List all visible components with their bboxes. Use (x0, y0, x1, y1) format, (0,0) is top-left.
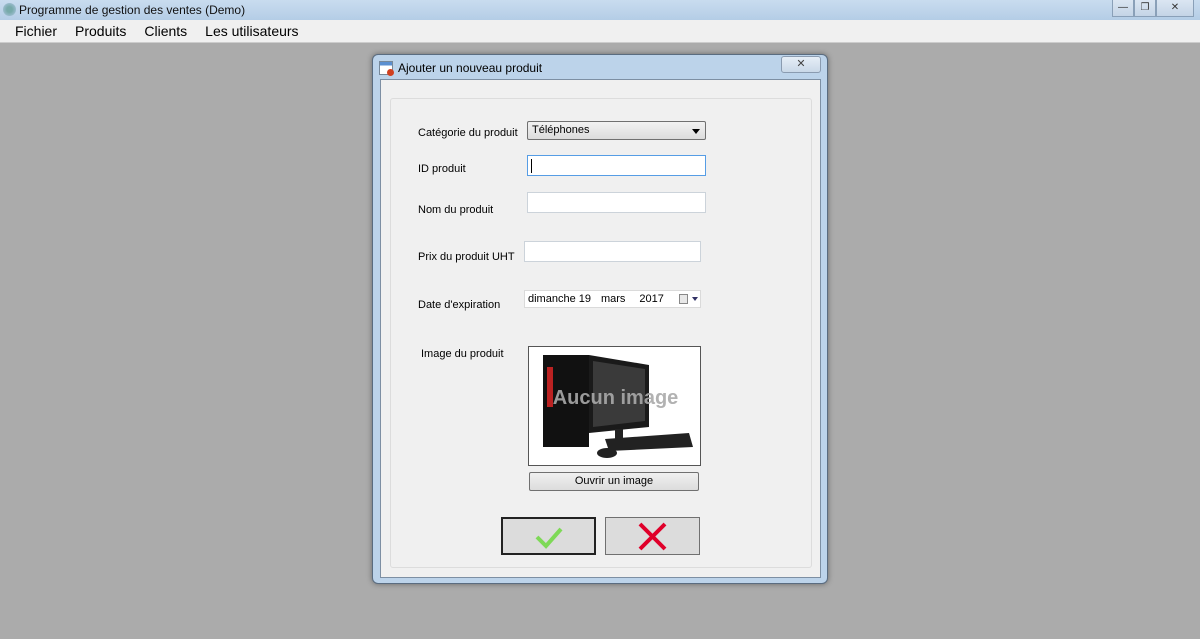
restore-button[interactable]: ❐ (1134, 0, 1156, 17)
add-product-dialog: Ajouter un nouveau produit ✕ Catégorie d… (372, 54, 828, 584)
image-label: Image du produit (421, 348, 504, 360)
confirm-button[interactable] (501, 517, 596, 555)
expiry-label: Date d'expiration (418, 299, 501, 311)
cross-icon (638, 522, 667, 551)
product-image: Aucun image (528, 346, 701, 466)
chevron-down-icon (692, 129, 700, 134)
menu-bar: Fichier Produits Clients Les utilisateur… (0, 20, 1200, 43)
menu-fichier[interactable]: Fichier (6, 20, 66, 42)
price-input[interactable] (524, 241, 701, 262)
dialog-client: Catégorie du produit Téléphones ID produ… (380, 79, 821, 578)
app-title: Programme de gestion des ventes (Demo) (19, 3, 246, 17)
cancel-button[interactable] (605, 517, 700, 555)
name-label: Nom du produit (418, 204, 494, 216)
dialog-icon (379, 61, 394, 76)
minimize-button[interactable]: — (1112, 0, 1134, 17)
menu-produits[interactable]: Produits (66, 20, 135, 42)
calendar-icon[interactable] (679, 294, 688, 304)
category-label: Catégorie du produit (418, 127, 518, 139)
app-titlebar: Programme de gestion des ventes (Demo) —… (0, 0, 1200, 20)
menu-clients[interactable]: Clients (135, 20, 196, 42)
open-image-button[interactable]: Ouvrir un image (529, 472, 699, 491)
category-select[interactable]: Téléphones (527, 121, 706, 140)
id-input[interactable] (527, 155, 706, 176)
expiry-date-picker[interactable]: dimanche 19 mars 2017 (524, 290, 701, 308)
name-input[interactable] (527, 192, 706, 213)
app-icon (3, 3, 16, 16)
close-button[interactable]: ✕ (1156, 0, 1194, 17)
price-label: Prix du produit UHT (418, 251, 515, 263)
dialog-close-button[interactable]: ✕ (781, 56, 821, 73)
chevron-down-icon (692, 297, 698, 304)
checkmark-icon (535, 527, 563, 549)
dialog-title: Ajouter un nouveau produit (398, 61, 543, 75)
no-image-text: Aucun image (552, 387, 679, 409)
id-label: ID produit (418, 163, 466, 175)
menu-utilisateurs[interactable]: Les utilisateurs (196, 20, 307, 42)
category-value: Téléphones (532, 124, 590, 136)
